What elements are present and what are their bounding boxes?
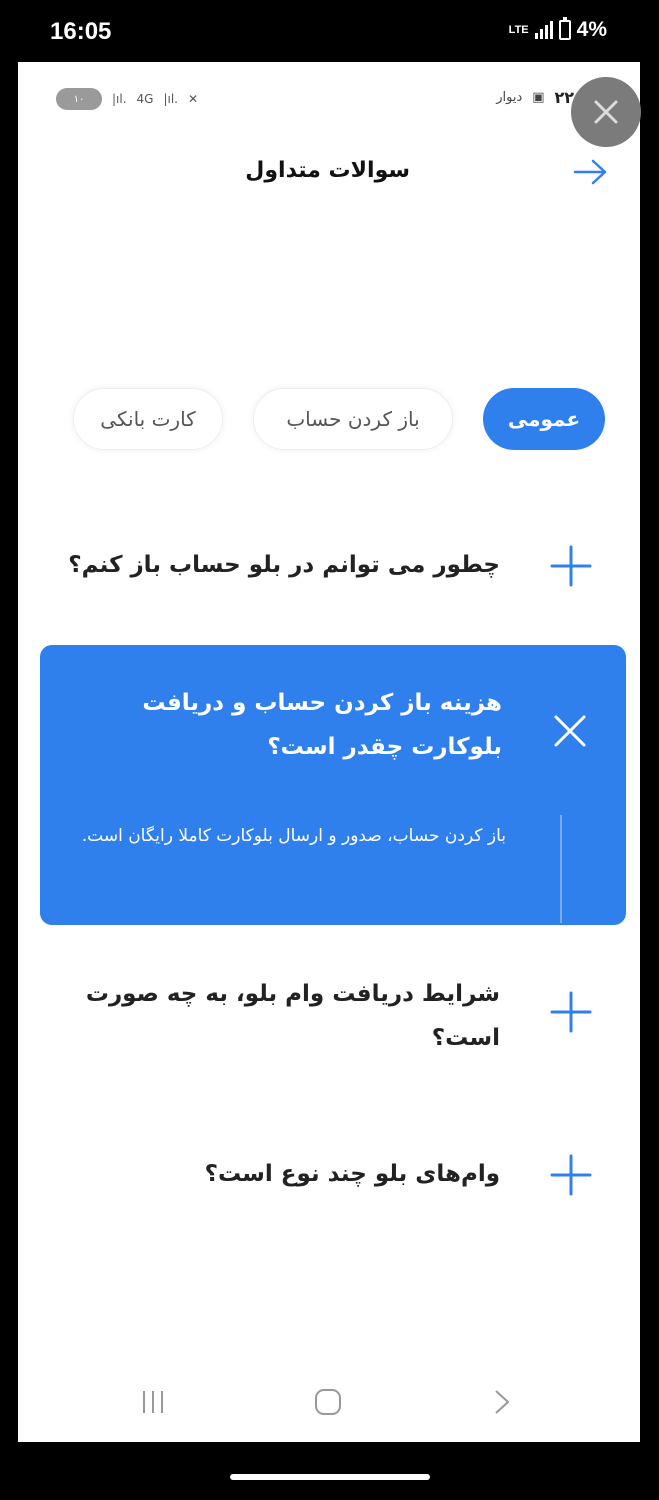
- battery-pill-icon: ۱۰: [56, 88, 102, 110]
- faq-answer: باز کردن حساب، صدور و ارسال بلوکارت کامل…: [81, 826, 506, 846]
- plus-icon[interactable]: [548, 1152, 594, 1198]
- battery-percent: 4%: [576, 18, 607, 41]
- recent-apps-icon: [143, 1391, 163, 1413]
- gesture-handle[interactable]: [230, 1474, 430, 1480]
- home-button[interactable]: [303, 1382, 353, 1422]
- system-nav-bar: [18, 1362, 640, 1442]
- faq-item[interactable]: چطور می توانم در بلو حساب باز کنم؟: [18, 540, 640, 590]
- plus-icon[interactable]: [548, 543, 594, 589]
- close-overlay-button[interactable]: [571, 77, 641, 147]
- recent-apps-button[interactable]: [128, 1382, 178, 1422]
- page-title: سوالات متداول: [245, 158, 410, 183]
- mute-icon: ✕: [188, 92, 199, 106]
- app-screen: ۱۰ |ıl. 4G |ıl. ✕ دیوار ▣ ۲۲:۵۷ سوالات م…: [18, 62, 641, 1442]
- system-indicators: LTE 4%: [508, 17, 607, 42]
- faq-item-expanded[interactable]: هزینه باز کردن حساب و دریافت بلوکارت چقد…: [40, 645, 626, 925]
- signal-bars-icon: |ıl.: [112, 92, 127, 106]
- signal-icon: [534, 21, 553, 39]
- plus-icon[interactable]: [548, 989, 594, 1035]
- faq-question: وام‌های بلو چند نوع است؟: [204, 1161, 500, 1187]
- faq-item[interactable]: وام‌های بلو چند نوع است؟: [18, 1149, 640, 1199]
- faq-item[interactable]: شرایط دریافت وام بلو، به چه صورت است؟: [18, 972, 640, 1062]
- system-status-bar: 16:05 LTE 4%: [0, 0, 659, 62]
- inner-status-bar: ۱۰ |ıl. 4G |ıl. ✕ دیوار ▣ ۲۲:۵۷: [18, 84, 640, 114]
- category-tabs: عمومی باز کردن حساب کارت بانکی: [18, 388, 640, 452]
- battery-icon: [558, 17, 571, 40]
- back-button[interactable]: [476, 1382, 526, 1422]
- tab-bank-card[interactable]: کارت بانکی: [73, 388, 223, 450]
- faq-question: هزینه باز کردن حساب و دریافت بلوکارت چقد…: [142, 690, 502, 760]
- home-icon: [315, 1389, 341, 1415]
- arrow-right-icon[interactable]: [571, 156, 611, 188]
- system-time: 16:05: [50, 18, 112, 45]
- answer-divider: [560, 815, 562, 923]
- faq-question: شرایط دریافت وام بلو، به چه صورت است؟: [85, 981, 500, 1051]
- close-icon: [594, 100, 618, 124]
- screenshot-icon: ▣: [532, 90, 545, 105]
- chevron-right-icon: [495, 1390, 510, 1414]
- faq-question: چطور می توانم در بلو حساب باز کنم؟: [68, 552, 500, 578]
- inner-status-left: ۱۰ |ıl. 4G |ıl. ✕: [56, 88, 198, 110]
- inner-status-label: دیوار: [496, 90, 523, 105]
- network-type: LTE: [508, 24, 529, 36]
- close-icon[interactable]: [550, 711, 590, 751]
- tab-general[interactable]: عمومی: [483, 388, 605, 450]
- tab-open-account[interactable]: باز کردن حساب: [253, 388, 453, 450]
- network-4g-icon: 4G: [136, 92, 154, 106]
- signal-bars-icon-2: |ıl.: [163, 92, 178, 106]
- page-header: سوالات متداول: [18, 152, 640, 196]
